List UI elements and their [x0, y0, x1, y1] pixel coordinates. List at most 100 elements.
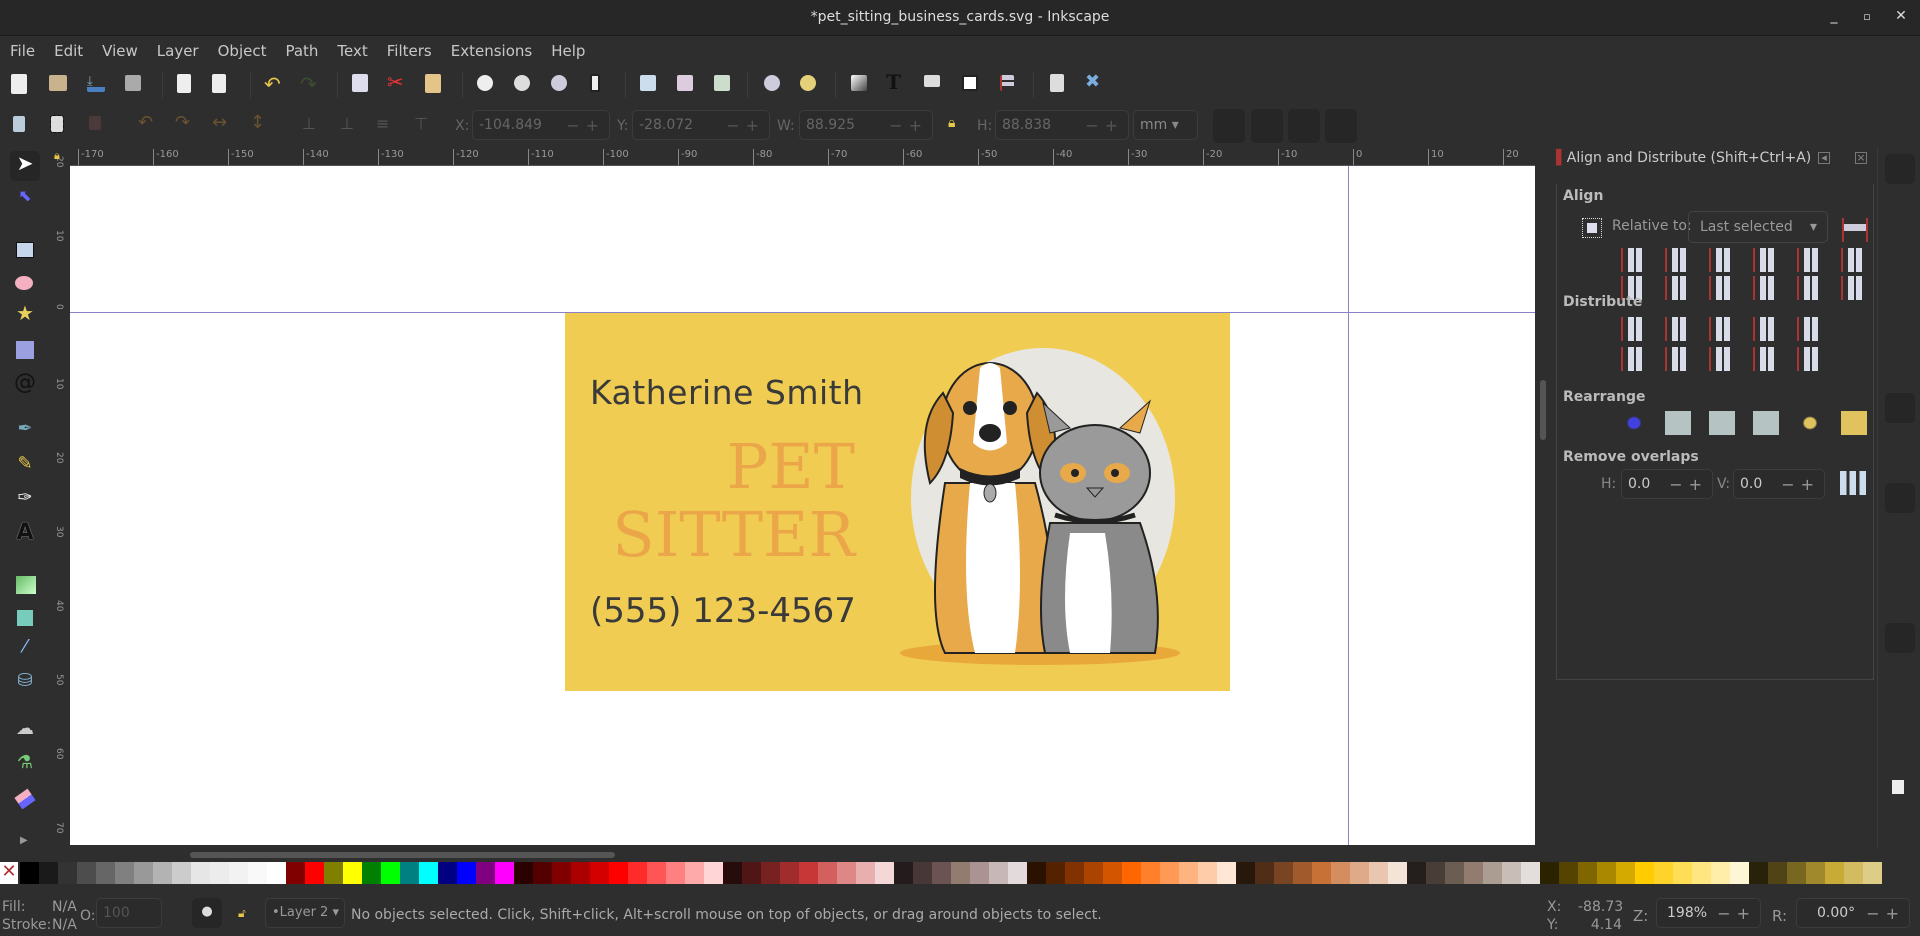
cut-icon[interactable]: ✂ [387, 70, 409, 94]
h-field[interactable]: 88.838 −+ [995, 110, 1129, 140]
palette-swatch[interactable] [1350, 862, 1369, 884]
rearrange-button-1[interactable] [1621, 411, 1647, 435]
selector-tool[interactable]: ➤ [10, 151, 40, 181]
snap-bbox[interactable] [1885, 193, 1915, 223]
star-tool[interactable]: ★ [10, 301, 40, 331]
palette-swatch[interactable] [1141, 862, 1160, 884]
palette-swatch[interactable] [571, 862, 590, 884]
palette-swatch[interactable] [1445, 862, 1464, 884]
palette-swatch[interactable] [1863, 862, 1882, 884]
palette-swatch[interactable] [989, 862, 1008, 884]
palette-swatch[interactable] [970, 862, 989, 884]
palette-swatch[interactable] [1464, 862, 1483, 884]
palette-swatch[interactable] [837, 862, 856, 884]
palette-swatch[interactable] [666, 862, 685, 884]
palette-swatch[interactable] [1616, 862, 1635, 884]
palette-swatch[interactable] [324, 862, 343, 884]
bezier-tool[interactable]: ✒ [10, 418, 40, 448]
palette-swatch[interactable] [1407, 862, 1426, 884]
open-icon[interactable] [49, 75, 67, 91]
zoom-selection-icon[interactable] [477, 75, 493, 91]
select-all-layers-icon[interactable] [50, 115, 64, 133]
opacity-field[interactable]: 100 [96, 898, 162, 928]
palette-swatch[interactable] [1559, 862, 1578, 884]
menu-edit[interactable]: Edit [44, 37, 92, 60]
palette-swatch[interactable] [951, 862, 970, 884]
palette-swatch[interactable] [1312, 862, 1331, 884]
palette-swatch[interactable] [1255, 862, 1274, 884]
palette-swatch[interactable] [1578, 862, 1597, 884]
card-phone[interactable]: (555) 123-4567 [590, 591, 856, 631]
no-paint-swatch[interactable]: ✕ [0, 862, 18, 884]
menu-object[interactable]: Object [208, 37, 276, 60]
fill-value[interactable]: N/A [52, 899, 77, 915]
palette-swatch[interactable] [1711, 862, 1730, 884]
vertical-guide[interactable] [1348, 166, 1349, 845]
palette-swatch[interactable] [875, 862, 894, 884]
snap-nodes[interactable] [1885, 393, 1915, 423]
snap-others[interactable] [1885, 623, 1915, 653]
menu-help[interactable]: Help [541, 37, 594, 60]
import-icon[interactable] [177, 74, 191, 93]
redo-icon[interactable]: ↷ [300, 72, 322, 96]
palette-swatch[interactable] [628, 862, 647, 884]
palette-swatch[interactable] [1673, 862, 1692, 884]
palette-swatch[interactable] [39, 862, 58, 884]
distribute-row2-button-2[interactable] [1665, 347, 1691, 371]
palette-swatch[interactable] [476, 862, 495, 884]
palette-swatch[interactable] [932, 862, 951, 884]
palette-swatch[interactable] [1046, 862, 1065, 884]
palette-swatch[interactable] [1844, 862, 1863, 884]
card-name[interactable]: Katherine Smith [590, 373, 864, 412]
paste-icon[interactable] [425, 74, 441, 93]
palette-swatch[interactable] [780, 862, 799, 884]
align-distribute-icon[interactable] [1000, 75, 1014, 91]
overlap-h-field[interactable]: 0.0 −+ [1621, 469, 1713, 499]
rearrange-button-4[interactable] [1753, 411, 1779, 435]
palette-swatch[interactable] [590, 862, 609, 884]
palette-swatch[interactable] [647, 862, 666, 884]
distribute-row2-button-3[interactable] [1709, 347, 1735, 371]
palette-swatch[interactable] [1730, 862, 1749, 884]
vertical-ruler[interactable]: 20 10 0 10 20 30 40 50 60 70 [52, 156, 70, 846]
lock-guides-icon[interactable]: 🔒︎ [54, 149, 68, 163]
palette-swatch[interactable] [1293, 862, 1312, 884]
palette-swatch[interactable] [723, 862, 742, 884]
lower-bottom-icon[interactable]: ⊥ [302, 114, 324, 136]
preferences-icon[interactable]: ✖ [1085, 71, 1107, 93]
x-field[interactable]: -104.849 −+ [472, 110, 610, 140]
rotation-field[interactable]: 0.00° −+ [1796, 898, 1910, 928]
lower-icon[interactable]: ⊥ [340, 114, 362, 136]
align-row1-button-3[interactable] [1709, 248, 1735, 272]
menu-text[interactable]: Text [327, 37, 376, 60]
palette-swatch[interactable] [438, 862, 457, 884]
snap-toggle[interactable] [1885, 154, 1915, 184]
distribute-row1-button-4[interactable] [1753, 317, 1779, 341]
distribute-row2-button-1[interactable] [1621, 347, 1647, 371]
palette-swatch[interactable] [761, 862, 780, 884]
menu-extensions[interactable]: Extensions [441, 37, 541, 60]
palette-swatch[interactable] [20, 862, 39, 884]
palette-swatch[interactable] [96, 862, 115, 884]
palette-swatch[interactable] [1027, 862, 1046, 884]
paint-bucket-tool[interactable]: ⛁ [10, 670, 40, 700]
xml-editor-icon[interactable] [962, 75, 978, 91]
palette-swatch[interactable] [818, 862, 837, 884]
tweak-tool[interactable]: ☁ [10, 718, 40, 748]
print-icon[interactable] [125, 75, 141, 91]
palette-swatch[interactable] [552, 862, 571, 884]
palette-swatch[interactable] [58, 862, 77, 884]
palette-swatch[interactable] [1635, 862, 1654, 884]
layer-select[interactable]: •Layer 2 ▾ [265, 898, 345, 928]
overlap-v-field[interactable]: 0.0 −+ [1733, 469, 1825, 499]
scale-corners-toggle[interactable] [1251, 109, 1283, 143]
align-row1-button-4[interactable] [1753, 248, 1779, 272]
align-row2-button-2[interactable] [1665, 276, 1691, 300]
clone-icon[interactable] [677, 75, 693, 91]
dock-close-button[interactable]: × [1855, 152, 1867, 164]
w-field[interactable]: 88.925 −+ [799, 110, 933, 140]
text-tool[interactable]: A [10, 520, 40, 550]
raise-top-icon[interactable]: ⊤ [414, 114, 436, 136]
palette-swatch[interactable] [419, 862, 438, 884]
palette-swatch[interactable] [362, 862, 381, 884]
